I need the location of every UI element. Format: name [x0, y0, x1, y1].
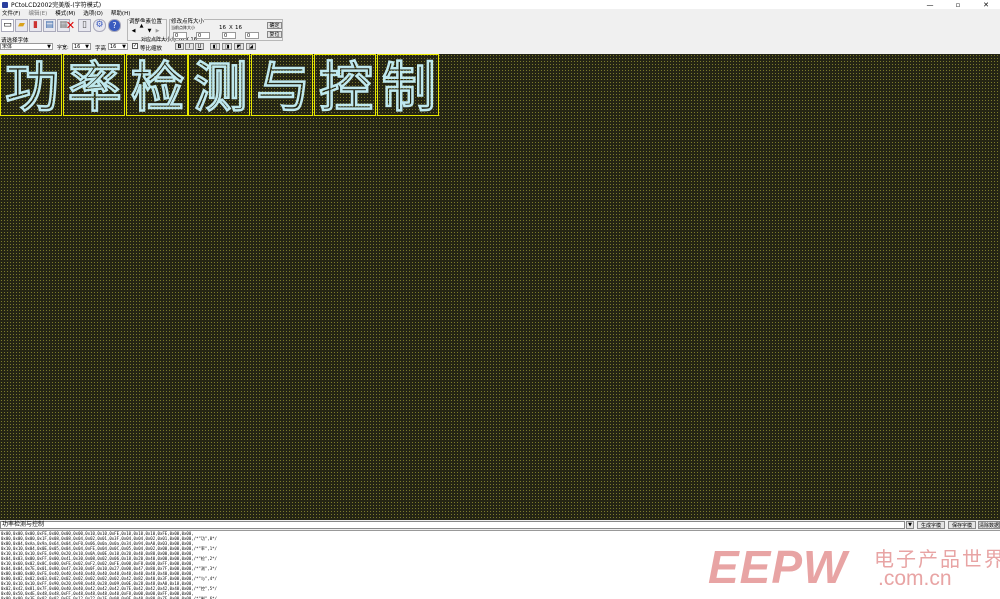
clear-button[interactable]: 清除数据: [978, 521, 1000, 529]
glyph-cell: 功: [0, 54, 62, 120]
glyph-char: 测: [192, 54, 249, 120]
glyph-cell: 制: [376, 54, 439, 120]
menu-edit[interactable]: 编辑(E): [28, 9, 47, 17]
font-library-icon[interactable]: ▤: [43, 19, 56, 32]
delete-icon[interactable]: ✕: [64, 19, 77, 32]
new-file-icon[interactable]: ▭: [1, 19, 14, 32]
glyph-char: 检: [129, 54, 186, 120]
generate-button[interactable]: 生成字模: [917, 521, 945, 529]
menu-file[interactable]: 文件(F): [2, 9, 20, 17]
input-row: 功率检测与控制 ▼ 生成字模 保存字模 清除数据: [0, 520, 1000, 530]
glyph-char: 控: [318, 54, 375, 120]
text-input[interactable]: 功率检测与控制: [0, 521, 905, 529]
minimize-icon[interactable]: —: [916, 0, 944, 9]
menu-bar: 文件(F) 编辑(E) 模式(M) 选项(O) 帮助(H): [0, 9, 1000, 17]
size-x: X: [229, 25, 233, 31]
reset-button[interactable]: 复位: [267, 31, 282, 38]
rotate-icon[interactable]: ◪: [246, 43, 256, 50]
glyph-char: 功: [4, 54, 61, 120]
modify-size-label: 修改点阵大小: [171, 17, 205, 25]
app-icon: [2, 1, 8, 8]
shift-down-icon[interactable]: ▼: [146, 27, 153, 35]
size-field-1[interactable]: 0: [173, 32, 187, 39]
title-bar: PCtoLCD2002完美版-(字符模式) — ▫ ✕: [0, 0, 1000, 9]
adjust-position-label: 调整像素位置: [129, 17, 163, 25]
size-field-3[interactable]: 0: [222, 32, 236, 39]
glyph-char: 与: [255, 54, 312, 120]
open-folder-icon[interactable]: ▰: [15, 19, 28, 32]
close-icon[interactable]: ✕: [972, 0, 1000, 9]
save-font-button[interactable]: 保存字模: [948, 521, 976, 529]
copy-icon[interactable]: ▯: [78, 19, 91, 32]
glyph-cell: 率: [62, 54, 125, 120]
shift-right-icon[interactable]: ▶: [154, 27, 161, 35]
glyph-char: 率: [67, 54, 124, 120]
glyph-cell: 检: [125, 54, 188, 120]
shift-left-icon[interactable]: ◀: [130, 27, 137, 35]
chevron-down-icon: ▼: [122, 43, 126, 50]
window-controls: — ▫ ✕: [916, 0, 1000, 9]
size-a: 16: [219, 25, 226, 31]
glyph-cell: 控: [314, 54, 376, 120]
settings-gear-icon[interactable]: ⚙: [93, 19, 106, 32]
glyph-cell: 与: [251, 54, 314, 120]
window-title: PCtoLCD2002完美版-(字符模式): [11, 2, 102, 9]
size-b: 16: [235, 25, 242, 31]
output-code-area[interactable]: 0x00,0x00,0x00,0xFE,0x00,0x00,0x00,0x10,…: [0, 530, 1000, 599]
size-field-2[interactable]: 0: [196, 32, 210, 39]
size-field-4[interactable]: 0: [245, 32, 259, 39]
save-book-icon[interactable]: ▮: [29, 19, 42, 32]
shift-up-icon[interactable]: ▲: [138, 22, 145, 30]
menu-options[interactable]: 选项(O): [83, 9, 103, 17]
glyph-strip: 功率检测与控制: [0, 54, 440, 120]
help-icon[interactable]: ?: [108, 19, 121, 32]
glyph-char: 制: [381, 54, 438, 120]
glyph-cell: 测: [188, 54, 251, 120]
size-sub-label: 当前点阵大小: [171, 25, 195, 30]
menu-mode[interactable]: 模式(M): [55, 9, 75, 17]
ok-button[interactable]: 确定: [267, 22, 282, 29]
chevron-down-icon[interactable]: ▼: [906, 521, 914, 529]
menu-help[interactable]: 帮助(H): [111, 9, 130, 17]
dot-matrix-canvas[interactable]: 功率检测与控制: [0, 54, 1000, 520]
maximize-icon[interactable]: ▫: [944, 0, 972, 9]
